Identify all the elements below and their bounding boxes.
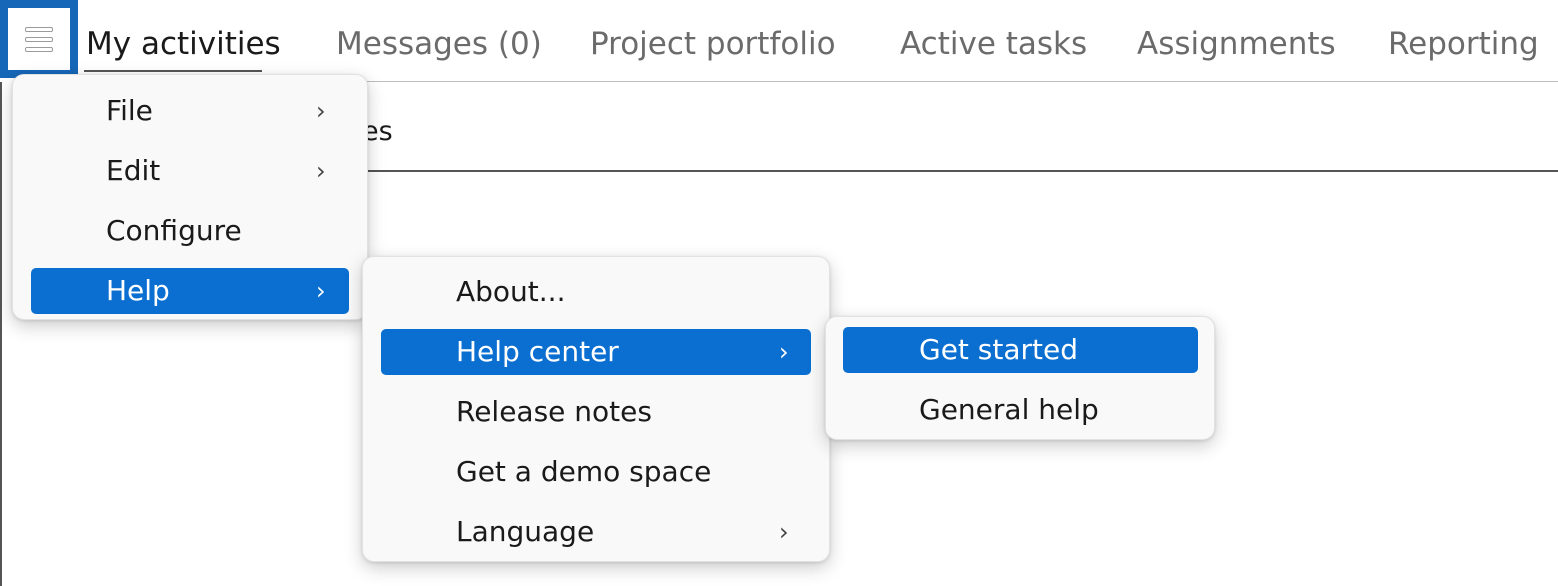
window-left-border bbox=[0, 82, 2, 586]
chevron-right-icon: › bbox=[779, 338, 789, 366]
menu-item-help-center[interactable]: Help center › bbox=[381, 329, 811, 375]
menu-item-get-started[interactable]: Get started bbox=[843, 327, 1198, 373]
menu-item-general-help[interactable]: General help bbox=[843, 387, 1198, 433]
tab-assignments[interactable]: Assignments bbox=[1137, 22, 1336, 66]
tab-project-portfolio[interactable]: Project portfolio bbox=[590, 22, 836, 66]
menu-item-label: Release notes bbox=[456, 395, 652, 428]
menu-item-language[interactable]: Language › bbox=[381, 509, 811, 555]
section-divider bbox=[368, 170, 1558, 172]
menu-item-label: File bbox=[106, 94, 153, 127]
tab-bar: My activities Messages (0) Project portf… bbox=[0, 0, 1558, 82]
menu-item-label: Configure bbox=[106, 214, 242, 247]
chevron-right-icon: › bbox=[316, 97, 326, 125]
main-menu: File › Edit › Configure Help › bbox=[12, 74, 368, 320]
tab-my-activities[interactable]: My activities bbox=[86, 22, 281, 66]
menu-item-edit[interactable]: Edit › bbox=[31, 148, 349, 194]
menu-item-help[interactable]: Help › bbox=[31, 268, 349, 314]
menu-item-about[interactable]: About... bbox=[381, 269, 811, 315]
menu-item-release-notes[interactable]: Release notes bbox=[381, 389, 811, 435]
menu-item-file[interactable]: File › bbox=[31, 88, 349, 134]
chevron-right-icon: › bbox=[779, 518, 789, 546]
chevron-right-icon: › bbox=[316, 277, 326, 305]
menu-item-label: Edit bbox=[106, 154, 161, 187]
menu-item-label: Help bbox=[106, 274, 170, 307]
help-submenu: About... Help center › Release notes Get… bbox=[362, 256, 830, 562]
chevron-right-icon: › bbox=[316, 157, 326, 185]
menu-item-label: Help center bbox=[456, 335, 619, 368]
hamburger-menu-icon bbox=[8, 8, 70, 70]
tab-messages[interactable]: Messages (0) bbox=[336, 22, 542, 66]
menu-item-label: Get a demo space bbox=[456, 455, 712, 488]
active-tab-indicator bbox=[84, 70, 262, 72]
tab-active-tasks[interactable]: Active tasks bbox=[900, 22, 1087, 66]
menu-item-label: About... bbox=[456, 275, 566, 308]
main-menu-button[interactable] bbox=[0, 0, 78, 78]
tab-reporting[interactable]: Reporting bbox=[1388, 22, 1539, 66]
menu-item-label: Language bbox=[456, 515, 595, 548]
menu-item-demo-space[interactable]: Get a demo space bbox=[381, 449, 811, 495]
menu-item-label: Get started bbox=[919, 333, 1079, 366]
help-center-submenu: Get started General help bbox=[825, 316, 1215, 440]
menu-item-label: General help bbox=[919, 393, 1099, 426]
menu-item-configure[interactable]: Configure bbox=[31, 208, 349, 254]
